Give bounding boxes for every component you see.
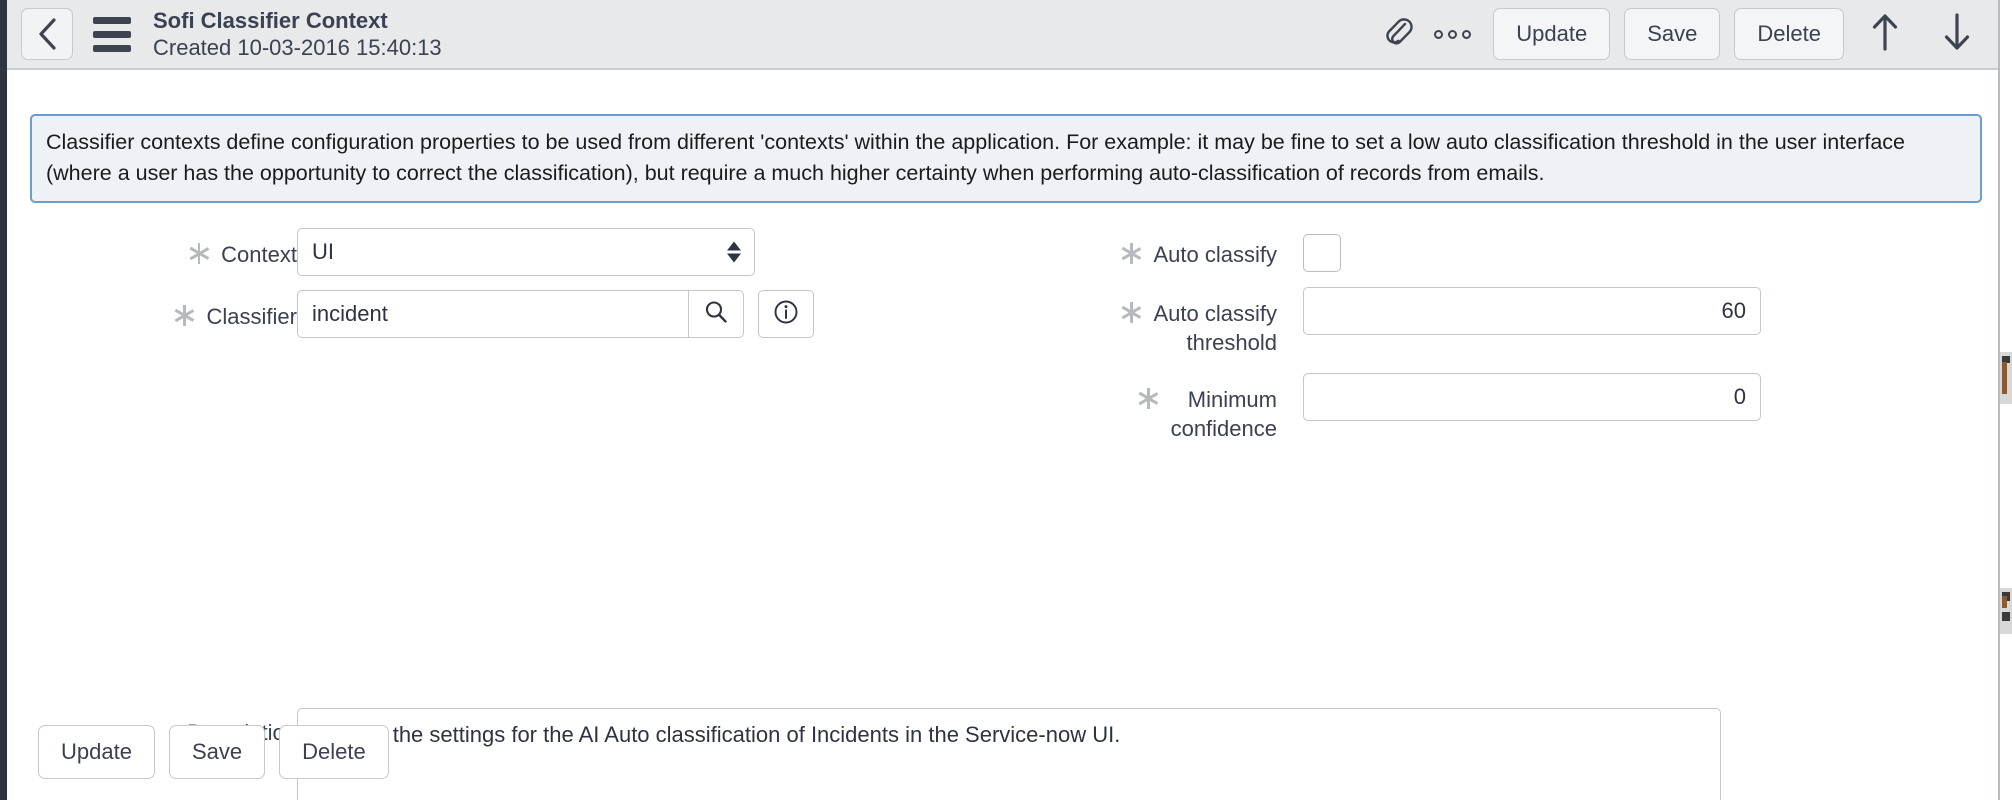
auto-classify-label: Auto classify	[1153, 242, 1278, 267]
auto-classify-threshold-input[interactable]	[1303, 287, 1761, 335]
auto-classify-threshold-control	[1277, 287, 1761, 335]
classifier-input[interactable]	[297, 290, 689, 338]
minimum-confidence-label-group: Minimum confidence	[1007, 373, 1277, 443]
minimum-confidence-control	[1277, 373, 1761, 422]
classifier-info-button[interactable]	[757, 290, 814, 338]
required-asterisk-icon	[189, 242, 209, 264]
magnifier-icon	[703, 299, 729, 330]
chevron-left-icon	[36, 17, 58, 51]
classifier-reference-wrapper	[297, 290, 814, 338]
offscreen-panel-edge	[1998, 0, 2012, 800]
field-auto-classify: Auto classify	[1007, 228, 1907, 272]
next-record-button[interactable]	[1926, 5, 1988, 63]
classifier-label: Classifier	[206, 304, 297, 329]
minimum-confidence-input[interactable]	[1303, 373, 1761, 422]
field-auto-classify-threshold: Auto classify threshold	[1007, 287, 1907, 357]
offscreen-item-detail	[2002, 596, 2007, 608]
field-classifier: Classifier	[7, 290, 1007, 338]
description-control: Characters left: 913	[297, 708, 1721, 800]
auto-classify-threshold-label: Auto classify threshold	[1153, 301, 1278, 356]
header-actions-group: Update Save Delete	[1371, 5, 2012, 63]
form-column-left: Context Classifier	[7, 228, 1007, 338]
context-select-wrapper	[297, 228, 755, 276]
field-context: Context	[7, 228, 1007, 276]
page-header: Sofi Classifier Context Created 10-03-20…	[7, 0, 2012, 70]
left-edge-rail	[0, 0, 7, 800]
auto-classify-checkbox[interactable]	[1303, 234, 1341, 272]
footer-actions: Update Save Delete	[38, 725, 389, 779]
page-created-timestamp: Created 10-03-2016 15:40:13	[153, 35, 442, 60]
page-title: Sofi Classifier Context	[153, 7, 388, 33]
footer-delete-button[interactable]: Delete	[279, 725, 389, 779]
form-column-right: Auto classify Auto classify threshold 60…	[1007, 228, 1907, 443]
footer-save-button[interactable]: Save	[168, 725, 266, 779]
hamburger-menu-icon[interactable]	[93, 16, 131, 52]
classifier-control	[297, 290, 814, 338]
info-banner: Classifier contexts define configuration…	[30, 114, 1982, 204]
attachment-button[interactable]	[1371, 7, 1425, 61]
back-button[interactable]	[21, 8, 73, 60]
auto-classify-label-group: Auto classify	[1007, 228, 1277, 269]
required-asterisk-icon	[1121, 242, 1142, 264]
offscreen-item-detail	[2002, 362, 2007, 394]
header-left-group: Sofi Classifier Context Created 10-03-20…	[7, 7, 442, 62]
classifier-label-group: Classifier	[7, 290, 297, 331]
more-options-button[interactable]	[1425, 7, 1479, 61]
info-circle-icon	[772, 298, 800, 331]
required-asterisk-icon	[1121, 301, 1142, 323]
offscreen-item-detail	[2002, 612, 2010, 621]
form-page: Sofi Classifier Context Created 10-03-20…	[0, 0, 2012, 800]
required-asterisk-icon	[174, 304, 195, 326]
context-label: Context	[221, 242, 297, 267]
title-block: Sofi Classifier Context Created 10-03-20…	[153, 7, 442, 62]
required-asterisk-icon	[1138, 387, 1159, 409]
paperclip-icon	[1383, 15, 1413, 54]
context-label-group: Context	[7, 228, 297, 269]
footer-update-button[interactable]: Update	[38, 725, 155, 779]
auto-classify-control	[1277, 228, 1341, 272]
header-save-button[interactable]: Save	[1624, 8, 1721, 60]
minimum-confidence-label: Minimum confidence	[1170, 387, 1277, 442]
previous-record-button[interactable]	[1854, 5, 1916, 63]
classifier-search-button[interactable]	[687, 290, 744, 338]
context-control	[297, 228, 755, 276]
header-delete-button[interactable]: Delete	[1734, 8, 1844, 60]
arrow-up-icon	[1870, 12, 1900, 57]
description-textarea[interactable]	[297, 708, 1721, 800]
auto-classify-threshold-label-group: Auto classify threshold	[1007, 287, 1277, 357]
field-minimum-confidence: Minimum confidence	[1007, 373, 1907, 443]
more-options-icon	[1433, 29, 1471, 39]
context-select[interactable]	[297, 228, 755, 276]
arrow-down-icon	[1942, 12, 1972, 57]
header-update-button[interactable]: Update	[1493, 8, 1611, 60]
